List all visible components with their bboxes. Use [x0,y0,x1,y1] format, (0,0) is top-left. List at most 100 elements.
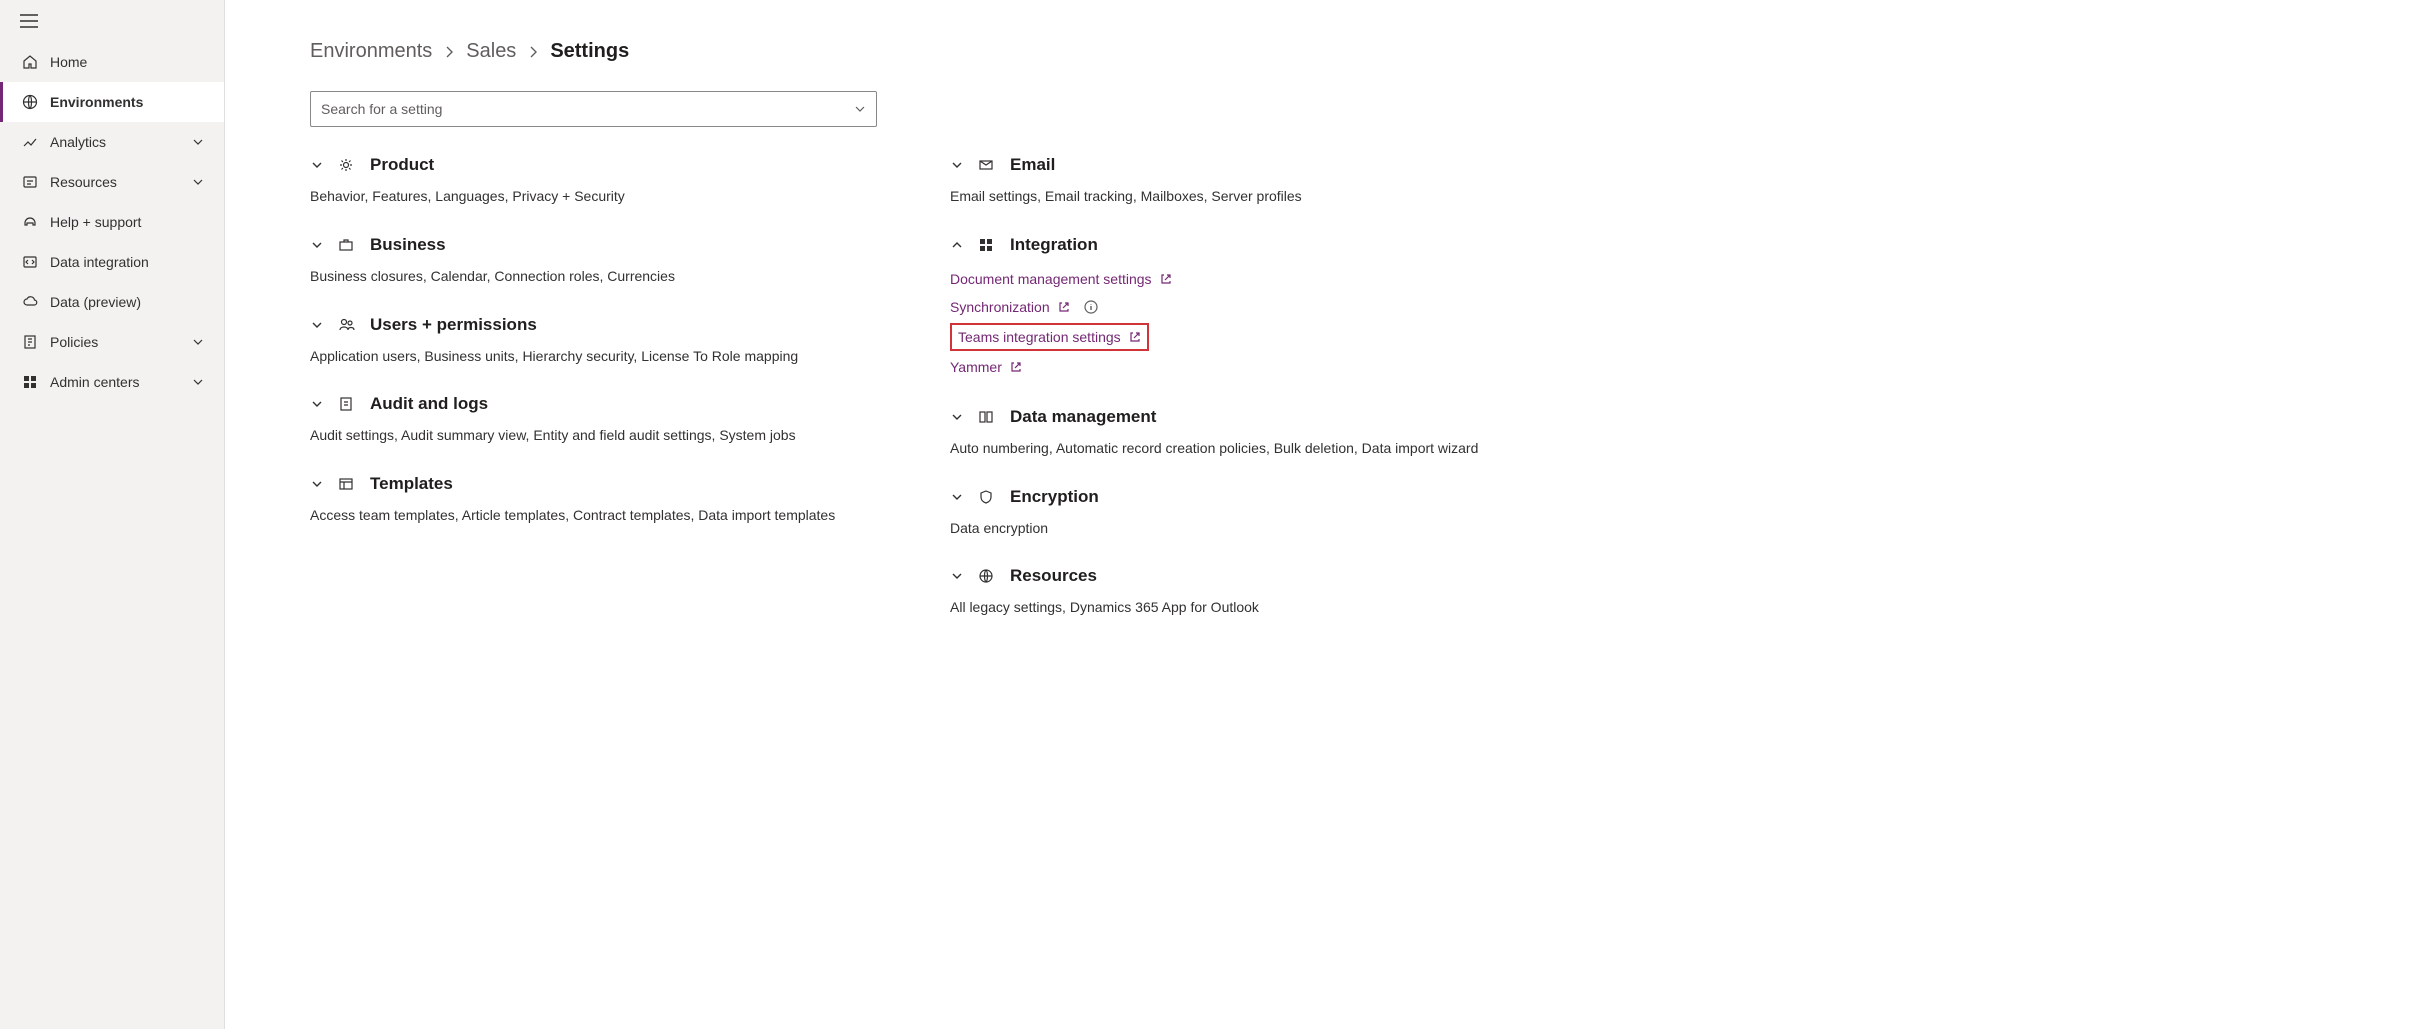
link-label: Document management settings [950,271,1152,287]
settings-right-column: Email Email settings, Email tracking, Ma… [950,155,1590,646]
link-synchronization[interactable]: Synchronization [950,293,1590,321]
search-input[interactable] [321,101,854,117]
data-management-icon [978,409,996,425]
group-data-management: Data management Auto numbering, Automati… [950,407,1590,461]
link-label: Teams integration settings [958,329,1121,345]
globe-icon [978,568,996,584]
sidebar-item-label: Analytics [50,134,106,150]
sidebar-item-label: Resources [50,174,117,190]
sidebar-item-label: Environments [50,94,143,110]
chevron-down-icon [950,569,964,583]
group-header-users[interactable]: Users + permissions [310,315,920,335]
sidebar-item-label: Home [50,54,87,70]
group-sublinks[interactable]: All legacy settings, Dynamics 365 App fo… [950,596,1590,620]
globe-icon [20,94,40,110]
group-sublinks[interactable]: Email settings, Email tracking, Mailboxe… [950,185,1590,209]
group-header-business[interactable]: Business [310,235,920,255]
data-integration-icon [20,254,40,270]
shield-icon [978,489,996,505]
group-title: Data management [1010,407,1156,427]
group-title: Business [370,235,446,255]
chevron-down-icon [310,397,324,411]
sidebar-item-label: Data integration [50,254,149,270]
sidebar-item-analytics[interactable]: Analytics [0,122,224,162]
group-sublinks[interactable]: Access team templates, Article templates… [310,504,920,528]
policies-icon [20,334,40,350]
sidebar-item-policies[interactable]: Policies [0,322,224,362]
chevron-down-icon [310,158,324,172]
link-document-management[interactable]: Document management settings [950,265,1590,293]
analytics-icon [20,134,40,150]
group-header-email[interactable]: Email [950,155,1590,175]
chevron-right-icon [528,45,538,59]
group-sublinks[interactable]: Behavior, Features, Languages, Privacy +… [310,185,920,209]
link-label: Synchronization [950,299,1050,315]
sidebar-item-data-integration[interactable]: Data integration [0,242,224,282]
resources-icon [20,174,40,190]
group-title: Audit and logs [370,394,488,414]
link-yammer[interactable]: Yammer [950,353,1590,381]
group-title: Templates [370,474,453,494]
sidebar-item-help-support[interactable]: Help + support [0,202,224,242]
sidebar-item-admin-centers[interactable]: Admin centers [0,362,224,402]
chevron-down-icon[interactable] [854,103,866,115]
group-title: Product [370,155,434,175]
group-header-data-management[interactable]: Data management [950,407,1590,427]
group-header-audit[interactable]: Audit and logs [310,394,920,414]
headset-icon [20,214,40,230]
sidebar-item-home[interactable]: Home [0,42,224,82]
windows-icon [978,237,996,253]
sidebar: Home Environments Analytics Resources He… [0,0,225,1029]
group-resources: Resources All legacy settings, Dynamics … [950,566,1590,620]
group-header-encryption[interactable]: Encryption [950,487,1590,507]
breadcrumb-sales[interactable]: Sales [466,40,516,63]
sidebar-item-environments[interactable]: Environments [0,82,224,122]
group-title: Email [1010,155,1055,175]
group-sublinks[interactable]: Application users, Business units, Hiera… [310,345,920,369]
sidebar-item-resources[interactable]: Resources [0,162,224,202]
chevron-down-icon [950,410,964,424]
group-title: Resources [1010,566,1097,586]
group-templates: Templates Access team templates, Article… [310,474,920,528]
chevron-right-icon [444,45,454,59]
group-integration: Integration Document management settings… [950,235,1590,381]
group-header-resources[interactable]: Resources [950,566,1590,586]
sidebar-item-label: Data (preview) [50,294,141,310]
search-setting-box[interactable] [310,91,877,127]
sidebar-item-label: Help + support [50,214,141,230]
templates-icon [338,476,356,492]
chevron-down-icon [950,490,964,504]
gear-icon [338,157,356,173]
group-sublinks[interactable]: Auto numbering, Automatic record creatio… [950,437,1590,461]
group-header-integration[interactable]: Integration [950,235,1590,255]
breadcrumb-settings: Settings [550,40,629,63]
group-title: Integration [1010,235,1098,255]
external-link-icon [1129,331,1141,343]
group-product: Product Behavior, Features, Languages, P… [310,155,920,209]
link-teams-integration[interactable]: Teams integration settings [950,323,1149,351]
cloud-icon [20,294,40,310]
external-link-icon [1058,301,1070,313]
chevron-down-icon [192,336,204,348]
chevron-down-icon [310,477,324,491]
group-header-product[interactable]: Product [310,155,920,175]
group-audit-logs: Audit and logs Audit settings, Audit sum… [310,394,920,448]
external-link-icon [1160,273,1172,285]
breadcrumb-environments[interactable]: Environments [310,40,432,63]
sidebar-item-data-preview[interactable]: Data (preview) [0,282,224,322]
group-sublinks[interactable]: Data encryption [950,517,1590,541]
hamburger-menu[interactable] [0,0,224,42]
group-sublinks[interactable]: Business closures, Calendar, Connection … [310,265,920,289]
hamburger-icon [20,14,38,28]
briefcase-icon [338,237,356,253]
chevron-down-icon [192,376,204,388]
external-link-icon [1010,361,1022,373]
group-users-permissions: Users + permissions Application users, B… [310,315,920,369]
link-label: Yammer [950,359,1002,375]
chevron-down-icon [192,176,204,188]
chevron-up-icon [950,238,964,252]
group-sublinks[interactable]: Audit settings, Audit summary view, Enti… [310,424,920,448]
chevron-down-icon [950,158,964,172]
info-icon[interactable] [1084,300,1098,314]
group-header-templates[interactable]: Templates [310,474,920,494]
